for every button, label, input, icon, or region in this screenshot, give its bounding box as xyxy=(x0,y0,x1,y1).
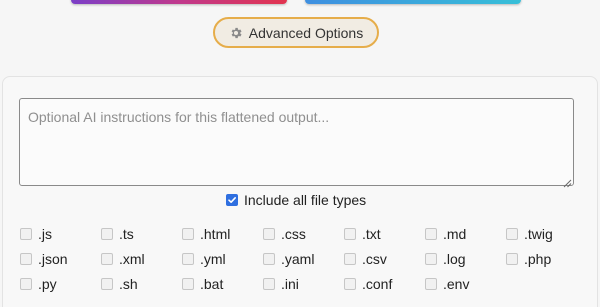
ai-instructions-input[interactable] xyxy=(19,98,574,186)
file-type-label: .xml xyxy=(119,251,145,267)
file-type-checkbox[interactable] xyxy=(425,228,437,240)
file-type-label: .twig xyxy=(524,226,553,242)
file-type-option[interactable]: .ts xyxy=(101,226,134,242)
file-type-checkbox[interactable] xyxy=(506,253,518,265)
file-type-label: .py xyxy=(38,276,57,292)
file-type-checkbox[interactable] xyxy=(263,253,275,265)
file-type-checkbox[interactable] xyxy=(425,278,437,290)
include-all-label: Include all file types xyxy=(244,192,367,208)
file-type-option[interactable]: .html xyxy=(182,226,230,242)
resize-grip-icon[interactable] xyxy=(563,175,572,188)
file-type-option[interactable]: .py xyxy=(20,276,57,292)
file-type-label: .env xyxy=(443,276,470,292)
file-type-checkbox[interactable] xyxy=(425,253,437,265)
file-type-checkbox[interactable] xyxy=(506,228,518,240)
file-type-label: .csv xyxy=(362,251,387,267)
file-type-option[interactable]: .env xyxy=(425,276,469,292)
file-type-checkbox[interactable] xyxy=(182,228,194,240)
file-type-option[interactable]: .json xyxy=(20,251,68,267)
file-type-checkbox[interactable] xyxy=(263,278,275,290)
file-type-checkbox[interactable] xyxy=(182,278,194,290)
include-all-checkbox[interactable] xyxy=(226,194,238,206)
file-type-label: .js xyxy=(38,226,52,242)
file-type-checkbox[interactable] xyxy=(344,278,356,290)
gear-icon xyxy=(229,26,243,40)
file-type-label: .ts xyxy=(119,226,134,242)
file-type-option[interactable]: .bat xyxy=(182,276,223,292)
file-type-option[interactable]: .md xyxy=(425,226,466,242)
file-type-option[interactable]: .twig xyxy=(506,226,553,242)
file-type-label: .php xyxy=(524,251,552,267)
file-type-label: .ini xyxy=(281,276,299,292)
file-type-label: .yml xyxy=(200,251,226,267)
file-type-option[interactable]: .yaml xyxy=(263,251,314,267)
include-all-file-types[interactable]: Include all file types xyxy=(226,192,366,208)
file-type-label: .txt xyxy=(362,226,381,242)
file-type-option[interactable]: .log xyxy=(425,251,466,267)
file-type-checkbox[interactable] xyxy=(101,228,113,240)
file-type-label: .log xyxy=(443,251,466,267)
file-type-checkbox[interactable] xyxy=(344,253,356,265)
file-type-checkbox[interactable] xyxy=(101,278,113,290)
file-type-option[interactable]: .conf xyxy=(344,276,392,292)
file-type-checkbox[interactable] xyxy=(101,253,113,265)
file-type-option[interactable]: .css xyxy=(263,226,306,242)
file-type-option[interactable]: .txt xyxy=(344,226,381,242)
file-type-label: .yaml xyxy=(281,251,315,267)
file-type-checkbox[interactable] xyxy=(344,228,356,240)
file-type-option[interactable]: .ini xyxy=(263,276,299,292)
top-right-button[interactable] xyxy=(305,0,521,4)
file-type-label: .json xyxy=(38,251,68,267)
file-type-option[interactable]: .xml xyxy=(101,251,145,267)
file-type-label: .sh xyxy=(119,276,138,292)
top-left-button[interactable] xyxy=(71,0,287,4)
file-type-option[interactable]: .sh xyxy=(101,276,138,292)
file-type-checkbox[interactable] xyxy=(20,228,32,240)
file-type-label: .html xyxy=(200,226,231,242)
file-type-label: .css xyxy=(281,226,306,242)
file-type-option[interactable]: .php xyxy=(506,251,551,267)
file-type-checkbox[interactable] xyxy=(20,253,32,265)
advanced-options-label: Advanced Options xyxy=(248,24,364,41)
advanced-options-button[interactable]: Advanced Options xyxy=(213,17,379,48)
file-type-label: .md xyxy=(443,226,467,242)
file-type-checkbox[interactable] xyxy=(182,253,194,265)
file-type-checkbox[interactable] xyxy=(20,278,32,290)
file-type-label: .conf xyxy=(362,276,393,292)
file-type-option[interactable]: .yml xyxy=(182,251,226,267)
file-type-option[interactable]: .js xyxy=(20,226,52,242)
file-type-label: .bat xyxy=(200,276,224,292)
file-type-checkbox[interactable] xyxy=(263,228,275,240)
file-type-option[interactable]: .csv xyxy=(344,251,387,267)
